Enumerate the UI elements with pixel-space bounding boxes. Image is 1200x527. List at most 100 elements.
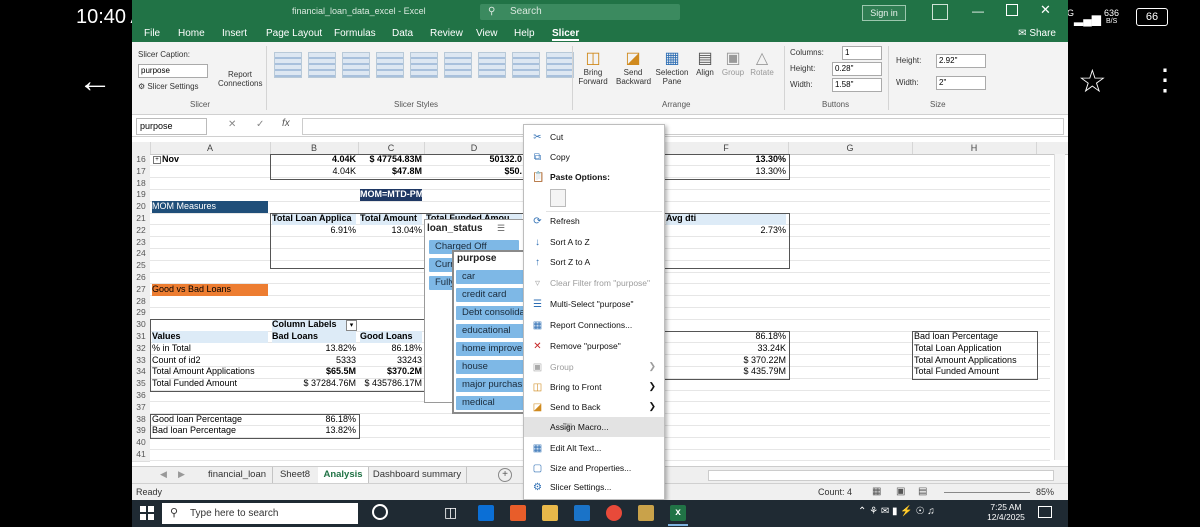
- multi-select-icon[interactable]: ☰: [497, 223, 505, 234]
- bring-forward-button[interactable]: ◫ Bring Forward: [576, 48, 610, 86]
- slicer-style-6[interactable]: [444, 52, 472, 78]
- menu-item-bring-to-front[interactable]: ◫ Bring to Front ❯: [524, 377, 664, 397]
- sheet-tab-sheet8[interactable]: Sheet8: [272, 467, 319, 483]
- menu-item-assign-macro[interactable]: Assign Macro... ☞: [524, 417, 664, 437]
- menu-item-size-properties[interactable]: ▢ Size and Properties...: [524, 458, 664, 478]
- columns-input[interactable]: 1: [842, 46, 882, 60]
- menu-slicer[interactable]: Slicer: [552, 28, 580, 41]
- expand-icon[interactable]: +: [153, 156, 161, 164]
- slicer-item-house[interactable]: house: [456, 360, 532, 374]
- taskbar-clock[interactable]: 7:25 AM 12/4/2025: [984, 502, 1028, 522]
- paste-clipboard-icon[interactable]: [550, 189, 566, 207]
- menu-item-copy[interactable]: ⧉ Copy: [524, 147, 664, 167]
- page-layout-view-icon[interactable]: ▣: [896, 486, 905, 497]
- menu-item-group[interactable]: ▣ Group ❯: [524, 357, 664, 377]
- sheet-tab-dashboard-summary[interactable]: Dashboard summary: [368, 467, 467, 483]
- button-width-input[interactable]: 1.58": [832, 78, 882, 92]
- report-connections-button[interactable]: Report Connections: [218, 70, 262, 88]
- rotate-button[interactable]: △ Rotate: [748, 48, 776, 77]
- back-arrow-icon[interactable]: ←: [78, 64, 112, 100]
- function-icon[interactable]: fx: [282, 118, 290, 129]
- app-icon-gold[interactable]: [638, 505, 654, 521]
- column-header-f[interactable]: F: [664, 142, 789, 154]
- file-explorer-icon[interactable]: [542, 505, 558, 521]
- menu-data[interactable]: Data: [392, 28, 413, 39]
- app-icon-blue[interactable]: [574, 505, 590, 521]
- slicer-style-3[interactable]: [342, 52, 370, 78]
- maximize-icon[interactable]: [1006, 4, 1018, 16]
- app-icon-orange[interactable]: [510, 505, 526, 521]
- column-header-c[interactable]: C: [358, 142, 425, 154]
- menu-item-sort-za[interactable]: ↑ Sort Z to A: [524, 252, 664, 272]
- cancel-icon[interactable]: ✕: [228, 119, 236, 130]
- more-vert-icon[interactable]: ⋮: [1150, 66, 1180, 100]
- chrome-icon[interactable]: [606, 505, 622, 521]
- slicer-style-7[interactable]: [478, 52, 506, 78]
- menu-item-edit-alt-text[interactable]: ▦ Edit Alt Text...: [524, 438, 664, 458]
- tab-scroll-left-icon[interactable]: ◀: [160, 469, 167, 480]
- menu-item-sort-az[interactable]: ↓ Sort A to Z: [524, 232, 664, 252]
- slicer-item-home-improvement[interactable]: home improve: [456, 342, 532, 356]
- size-height-input[interactable]: 2.92": [936, 54, 986, 68]
- tab-scroll-right-icon[interactable]: ▶: [178, 469, 185, 480]
- menu-help[interactable]: Help: [514, 28, 535, 39]
- minimize-icon[interactable]: —: [972, 4, 984, 18]
- cell-a20[interactable]: MOM Measures: [152, 201, 268, 213]
- normal-view-icon[interactable]: ▦: [872, 486, 881, 497]
- slicer-style-1[interactable]: [274, 52, 302, 78]
- menu-view[interactable]: View: [476, 28, 498, 39]
- send-backward-button[interactable]: ◪ Send Backward: [616, 48, 651, 86]
- align-button[interactable]: ▤ Align: [692, 48, 718, 77]
- slicer-item-educational[interactable]: educational: [456, 324, 532, 338]
- windows-start-icon[interactable]: [140, 506, 154, 525]
- add-sheet-icon[interactable]: +: [498, 468, 512, 482]
- column-header-b[interactable]: B: [270, 142, 359, 154]
- button-height-input[interactable]: 0.28": [832, 62, 882, 76]
- formula-input[interactable]: [302, 118, 1064, 135]
- menu-item-refresh[interactable]: ⟳ Refresh: [524, 211, 664, 231]
- slicer-style-5[interactable]: [410, 52, 438, 78]
- zoom-slider[interactable]: [944, 492, 1030, 493]
- menu-item-remove[interactable]: ✕ Remove "purpose": [524, 336, 664, 356]
- share-button[interactable]: ✉ Share: [1018, 28, 1056, 39]
- close-icon[interactable]: ✕: [1040, 2, 1051, 18]
- menu-item-multi-select[interactable]: ☰ Multi-Select "purpose": [524, 294, 664, 314]
- cell-c19[interactable]: MOM=MTD-PM: [360, 189, 422, 202]
- slicer-style-9[interactable]: [546, 52, 574, 78]
- column-header-a[interactable]: A: [150, 142, 271, 154]
- slicer-caption-input[interactable]: purpose: [138, 64, 208, 78]
- group-button[interactable]: ▣ Group: [720, 48, 746, 77]
- size-width-input[interactable]: 2": [936, 76, 986, 90]
- sheet-tab-financial-loan[interactable]: financial_loan: [202, 467, 273, 483]
- filter-dropdown-icon[interactable]: ▾: [346, 320, 357, 332]
- page-break-view-icon[interactable]: ▤: [918, 486, 927, 497]
- horizontal-scrollbar[interactable]: [708, 470, 1054, 481]
- edge-icon[interactable]: [478, 505, 494, 521]
- vertical-scrollbar[interactable]: [1054, 154, 1065, 460]
- slicer-item-car[interactable]: car: [456, 270, 532, 284]
- tray-icons[interactable]: ⌃ ⚘ ✉ ▮ ⚡ ☉ ♫: [858, 506, 935, 517]
- menu-insert[interactable]: Insert: [222, 28, 247, 39]
- slicer-style-2[interactable]: [308, 52, 336, 78]
- selection-pane-button[interactable]: ▦ Selection Pane: [654, 48, 690, 86]
- menu-page-layout[interactable]: Page Layout: [266, 28, 322, 39]
- menu-item-report-connections[interactable]: ▦ Report Connections...: [524, 315, 664, 335]
- menu-formulas[interactable]: Formulas: [334, 28, 376, 39]
- slicer-settings-button[interactable]: ⚙ Slicer Settings: [138, 82, 199, 91]
- column-header-d[interactable]: D: [424, 142, 525, 154]
- title-search-box[interactable]: ⚲ Search: [480, 4, 680, 20]
- cell-a16[interactable]: Nov: [152, 154, 278, 166]
- purpose-slicer[interactable]: purpose car credit card Debt consolida e…: [452, 250, 532, 414]
- sign-in-button[interactable]: Sign in: [862, 5, 906, 21]
- taskbar-search-box[interactable]: ⚲ Type here to search: [162, 503, 358, 524]
- excel-taskbar-icon[interactable]: x: [670, 505, 686, 521]
- slicer-item-credit-card[interactable]: credit card: [456, 288, 532, 302]
- slicer-item-major-purchase[interactable]: major purchas: [456, 378, 532, 392]
- column-header-g[interactable]: G: [788, 142, 913, 154]
- cortana-icon[interactable]: [372, 504, 388, 520]
- menu-item-clear-filter[interactable]: ▿ Clear Filter from "purpose": [524, 273, 664, 293]
- column-header-h[interactable]: H: [912, 142, 1037, 154]
- notification-icon[interactable]: [1038, 506, 1052, 518]
- slicer-style-4[interactable]: [376, 52, 404, 78]
- slicer-style-8[interactable]: [512, 52, 540, 78]
